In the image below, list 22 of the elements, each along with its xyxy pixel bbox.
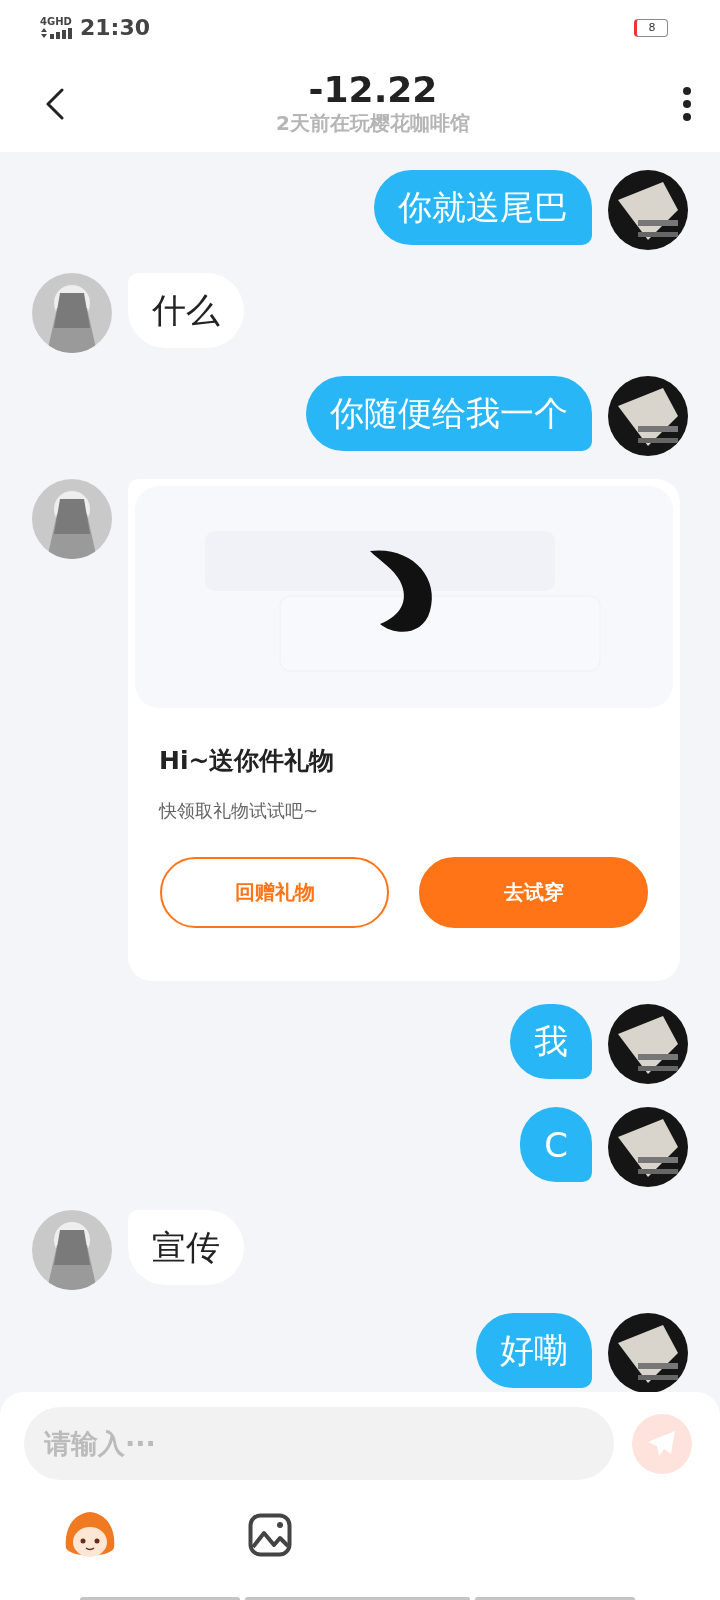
more-icon[interactable]: [682, 86, 692, 121]
image-icon: [248, 1513, 292, 1557]
send-icon: [647, 1429, 677, 1458]
signal-icon: [40, 27, 72, 39]
network-type: 4GHD: [40, 16, 72, 27]
try-on-button[interactable]: 去试穿: [419, 857, 648, 928]
message-bubble: 好嘞: [476, 1313, 592, 1388]
gift-subtitle: 快领取礼物试试吧~: [159, 799, 320, 823]
message-bubble: 你随便给我一个: [306, 376, 592, 451]
chat-subtitle: 2天前在玩樱花咖啡馆: [276, 109, 470, 137]
battery-text: 8: [648, 21, 656, 34]
chat-title: -12.22: [308, 70, 438, 110]
message-bubble: 什么: [128, 273, 244, 348]
message-bubble: 你就送尾巴: [374, 170, 592, 245]
status-time: 21:30: [80, 15, 151, 40]
return-gift-button[interactable]: 回赠礼物: [160, 857, 389, 928]
gift-title: Hi~送你件礼物: [159, 745, 336, 777]
message-bubble: 我: [510, 1004, 592, 1079]
message-bubble: C: [520, 1107, 592, 1182]
message-bubble: 宣传: [128, 1210, 244, 1285]
image-button[interactable]: [248, 1513, 292, 1557]
back-icon[interactable]: [46, 87, 64, 120]
